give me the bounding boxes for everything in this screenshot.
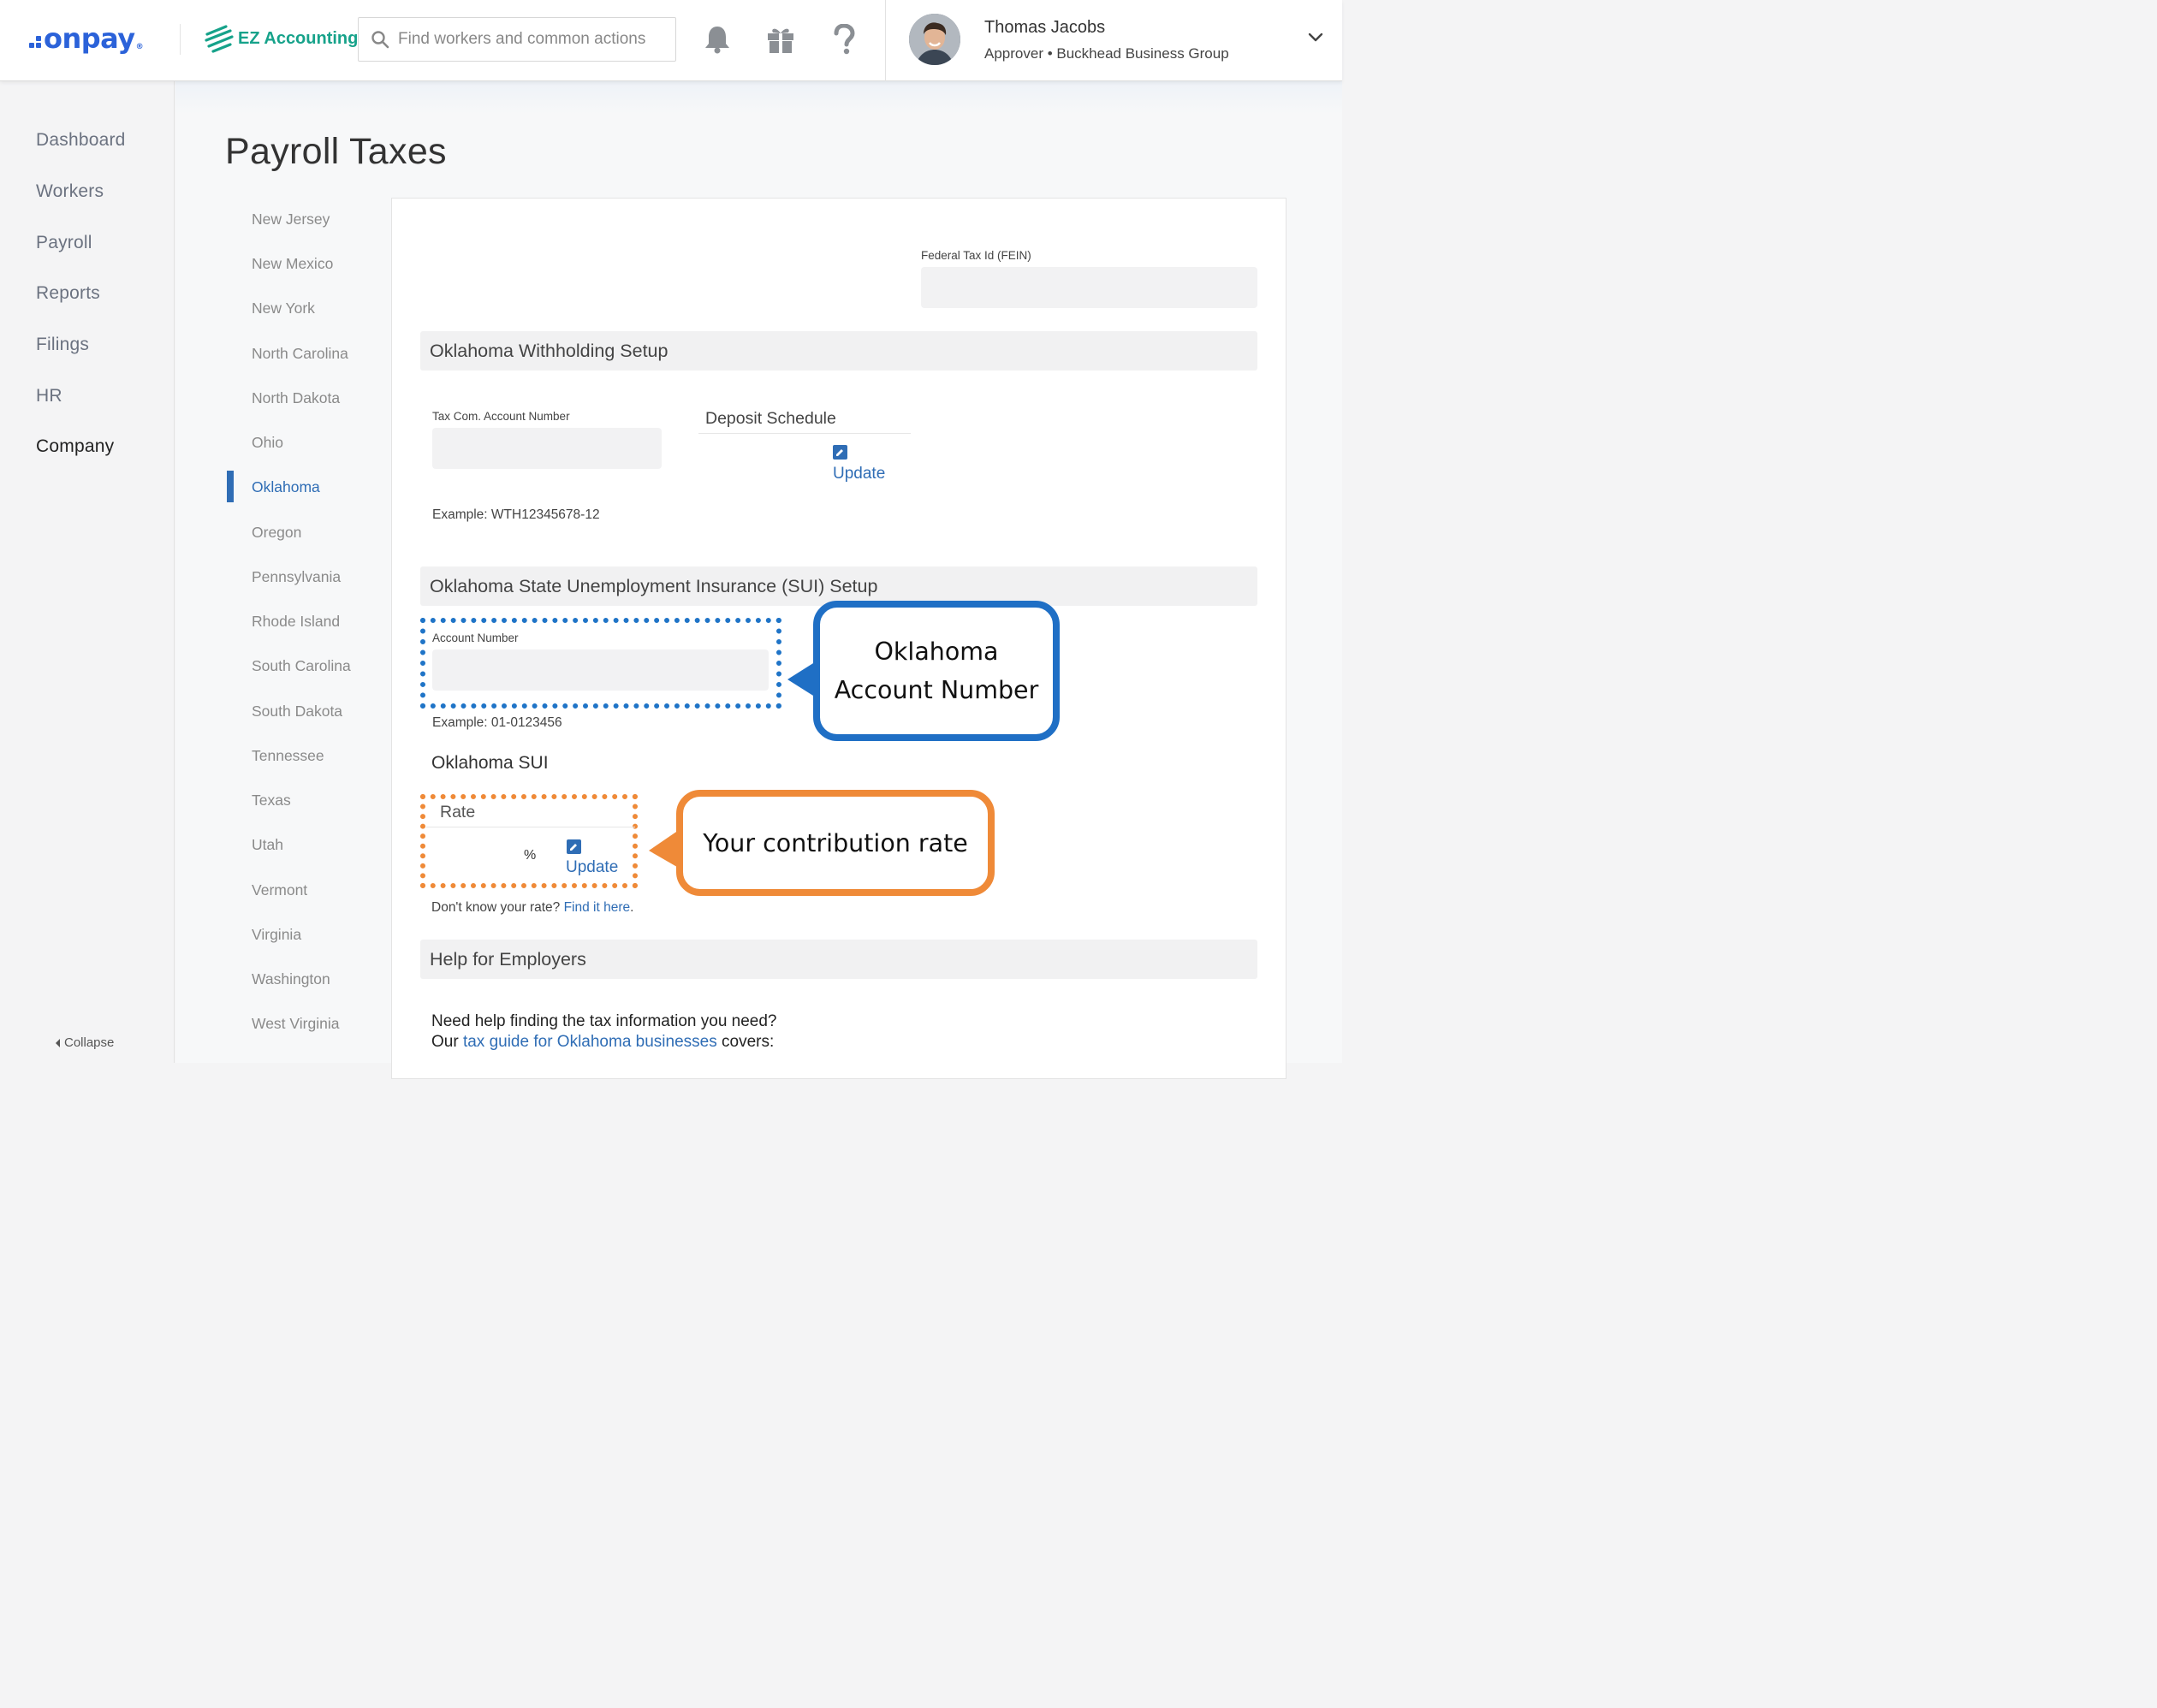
deposit-schedule-label: Deposit Schedule bbox=[705, 409, 836, 428]
chevron-down-icon[interactable] bbox=[1306, 31, 1325, 44]
search-box[interactable] bbox=[358, 17, 676, 62]
section-help-for-employers: Help for Employers bbox=[420, 940, 1257, 979]
help-icon bbox=[834, 24, 855, 55]
state-link-south-carolina[interactable]: South Carolina bbox=[252, 657, 351, 675]
contribution-rate-callout: Your contribution rate bbox=[676, 790, 995, 896]
help-line-2: Our tax guide for Oklahoma businesses co… bbox=[431, 1032, 777, 1053]
help-line-2-prefix: Our bbox=[431, 1033, 463, 1051]
help-line-2-suffix: covers: bbox=[716, 1033, 775, 1051]
state-link-utah[interactable]: Utah bbox=[252, 836, 283, 854]
logo-dots-icon bbox=[29, 36, 41, 48]
active-state-indicator bbox=[227, 471, 234, 502]
edit-icon[interactable] bbox=[567, 839, 581, 854]
dont-know-rate-text: Don't know your rate? Find it here. bbox=[431, 900, 633, 916]
top-header: onpay ® EZ Accounting Find workers and c… bbox=[0, 0, 1342, 81]
rate-label: Rate bbox=[440, 803, 476, 821]
bell-icon bbox=[705, 27, 729, 54]
partner-name: EZ Accounting bbox=[238, 28, 359, 48]
state-link-new-york[interactable]: New York bbox=[252, 299, 315, 317]
state-link-west-virginia[interactable]: West Virginia bbox=[252, 1015, 339, 1033]
tax-com-label: Tax Com. Account Number bbox=[432, 410, 570, 423]
collapse-label: Collapse bbox=[64, 1035, 115, 1050]
sidebar-item-reports[interactable]: Reports bbox=[36, 283, 100, 304]
help-text: Need help finding the tax information yo… bbox=[431, 1011, 777, 1053]
deposit-schedule-update-link[interactable]: Update bbox=[833, 465, 885, 483]
sui-title: Oklahoma SUI bbox=[431, 753, 549, 773]
state-link-vermont[interactable]: Vermont bbox=[252, 881, 307, 899]
sidebar-item-workers[interactable]: Workers bbox=[36, 181, 104, 202]
header-divider-user bbox=[885, 0, 886, 81]
help-line-1: Need help finding the tax information yo… bbox=[431, 1012, 777, 1030]
logo-text: onpay bbox=[44, 22, 135, 55]
state-link-new-mexico[interactable]: New Mexico bbox=[252, 255, 333, 273]
onpay-logo[interactable]: onpay ® bbox=[29, 22, 144, 55]
user-name: Thomas Jacobs bbox=[984, 18, 1106, 37]
dont-know-suffix: . bbox=[630, 900, 634, 915]
help-button[interactable] bbox=[829, 24, 859, 55]
header-divider bbox=[180, 24, 181, 55]
state-link-north-dakota[interactable]: North Dakota bbox=[252, 389, 340, 407]
state-link-rhode-island[interactable]: Rhode Island bbox=[252, 613, 340, 631]
state-link-tennessee[interactable]: Tennessee bbox=[252, 747, 324, 765]
state-link-texas[interactable]: Texas bbox=[252, 792, 291, 810]
tax-guide-link[interactable]: tax guide for Oklahoma businesses bbox=[463, 1033, 717, 1051]
dont-know-prefix: Don't know your rate? bbox=[431, 900, 564, 915]
fein-input[interactable] bbox=[921, 267, 1257, 308]
sidebar-item-filings[interactable]: Filings bbox=[36, 335, 89, 355]
search-input[interactable] bbox=[398, 30, 672, 49]
rate-update-link[interactable]: Update bbox=[566, 858, 618, 877]
search-icon bbox=[371, 31, 389, 49]
callout-account-line-2: Account Number bbox=[834, 676, 1039, 704]
logo-registered-mark: ® bbox=[135, 43, 144, 51]
section-withholding-setup: Oklahoma Withholding Setup bbox=[420, 331, 1257, 371]
state-link-south-dakota[interactable]: South Dakota bbox=[252, 703, 342, 721]
sui-account-number-input[interactable] bbox=[432, 649, 769, 691]
state-link-new-jersey[interactable]: New Jersey bbox=[252, 211, 330, 228]
state-link-ohio[interactable]: Ohio bbox=[252, 434, 283, 452]
sidebar: Dashboard Workers Payroll Reports Filing… bbox=[0, 81, 175, 1063]
state-link-oklahoma[interactable]: Oklahoma bbox=[252, 478, 320, 496]
edit-icon[interactable] bbox=[833, 445, 847, 460]
header-shadow bbox=[175, 81, 1342, 114]
find-rate-link[interactable]: Find it here bbox=[564, 900, 631, 915]
ez-accounting-icon bbox=[205, 25, 234, 53]
tax-com-account-input[interactable] bbox=[432, 428, 662, 469]
deposit-schedule-divider bbox=[698, 433, 911, 434]
fein-label: Federal Tax Id (FEIN) bbox=[921, 249, 1031, 262]
gift-icon bbox=[768, 28, 793, 53]
user-avatar[interactable] bbox=[909, 14, 960, 65]
callout-rate-text: Your contribution rate bbox=[703, 828, 968, 857]
collapse-button[interactable]: Collapse bbox=[55, 1035, 114, 1050]
state-link-oregon[interactable]: Oregon bbox=[252, 524, 301, 542]
sidebar-item-hr[interactable]: HR bbox=[36, 386, 62, 406]
gifts-button[interactable] bbox=[765, 24, 796, 55]
withholding-example: Example: WTH12345678-12 bbox=[432, 507, 600, 522]
account-number-callout: Oklahoma Account Number bbox=[813, 601, 1060, 741]
state-link-north-carolina[interactable]: North Carolina bbox=[252, 345, 348, 363]
rate-percent-sign: % bbox=[524, 848, 537, 863]
sidebar-item-company[interactable]: Company bbox=[36, 436, 114, 457]
caret-left-icon bbox=[56, 1038, 60, 1047]
callout-account-line-1: Oklahoma bbox=[874, 638, 999, 666]
state-link-virginia[interactable]: Virginia bbox=[252, 926, 301, 944]
state-link-pennsylvania[interactable]: Pennsylvania bbox=[252, 568, 341, 586]
user-role: Approver • Buckhead Business Group bbox=[984, 45, 1229, 62]
sidebar-item-dashboard[interactable]: Dashboard bbox=[36, 130, 126, 151]
main-content: Payroll Taxes New Jersey New Mexico New … bbox=[175, 81, 1342, 1079]
notifications-button[interactable] bbox=[702, 24, 733, 55]
page-title: Payroll Taxes bbox=[225, 131, 447, 172]
account-example: Example: 01-0123456 bbox=[432, 715, 562, 730]
account-number-label: Account Number bbox=[432, 632, 519, 644]
partner-logo: EZ Accounting bbox=[204, 24, 358, 53]
sidebar-item-payroll[interactable]: Payroll bbox=[36, 233, 92, 253]
state-link-washington[interactable]: Washington bbox=[252, 970, 330, 988]
